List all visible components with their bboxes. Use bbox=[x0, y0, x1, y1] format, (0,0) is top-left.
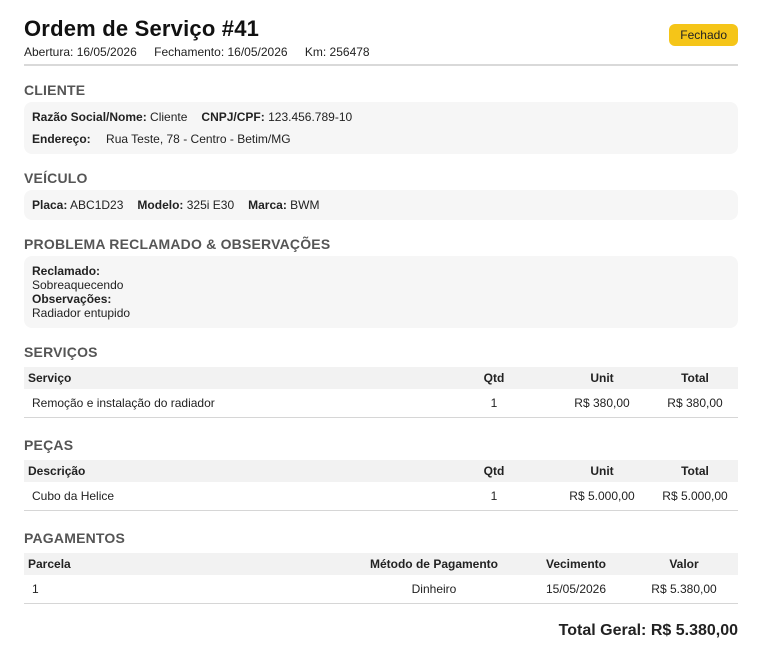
observations-value: Radiador entupido bbox=[32, 306, 131, 320]
col-header-total: Total bbox=[681, 464, 709, 478]
table-row: 1 Dinheiro 15/05/2026 R$ 5.380,00 bbox=[24, 575, 738, 604]
opening-date: Abertura: 16/05/2026 bbox=[24, 45, 137, 59]
services-table: Serviço Qtd Unit Total Remoção e instala… bbox=[24, 367, 738, 418]
service-qty: 1 bbox=[436, 389, 552, 418]
client-name-label: Razão Social/Nome: bbox=[32, 110, 147, 124]
client-line-1: Razão Social/Nome: Cliente CNPJ/CPF: 123… bbox=[32, 110, 352, 124]
payment-method: Dinheiro bbox=[346, 575, 522, 604]
payment-installment: 1 bbox=[24, 575, 346, 604]
part-description: Cubo da Helice bbox=[24, 482, 436, 511]
order-meta: Abertura: 16/05/2026 Fechamento: 16/05/2… bbox=[24, 45, 738, 59]
services-section: SERVIÇOS Serviço Qtd Unit Total Remoção … bbox=[24, 344, 738, 418]
payments-table-header: Parcela Método de Pagamento Vecimento Va… bbox=[24, 553, 738, 575]
col-header-installment: Parcela bbox=[28, 557, 71, 571]
parts-table: Descrição Qtd Unit Total Cubo da Helice … bbox=[24, 460, 738, 511]
col-header-total: Total bbox=[681, 371, 709, 385]
plate-label: Placa: bbox=[32, 198, 68, 212]
client-section: CLIENTE Razão Social/Nome: Cliente CNPJ/… bbox=[24, 82, 738, 154]
plate-value: ABC1D23 bbox=[70, 198, 124, 212]
observations-label: Observações: bbox=[32, 292, 112, 306]
brand-label: Marca: bbox=[248, 198, 287, 212]
problem-box: Reclamado: Sobreaquecendo Observações: R… bbox=[24, 256, 738, 328]
client-cnpj-value: 123.456.789-10 bbox=[268, 110, 353, 124]
parts-section-title: PEÇAS bbox=[24, 437, 74, 453]
payments-table: Parcela Método de Pagamento Vecimento Va… bbox=[24, 553, 738, 604]
problem-section-title: PROBLEMA RECLAMADO & OBSERVAÇÕES bbox=[24, 236, 331, 252]
order-header: Ordem de Serviço #41 Abertura: 16/05/202… bbox=[24, 15, 738, 66]
col-header-method: Método de Pagamento bbox=[369, 557, 498, 571]
vehicle-box: Placa: ABC1D23 Modelo: 325i E30 Marca: B… bbox=[24, 190, 738, 220]
payments-section: PAGAMENTOS Parcela Método de Pagamento V… bbox=[24, 530, 738, 604]
col-header-due: Vecimento bbox=[545, 557, 607, 571]
page-title: Ordem de Serviço #41 bbox=[24, 16, 260, 41]
grand-total: Total Geral: R$ 5.380,00 bbox=[558, 622, 738, 639]
col-header-unit: Unit bbox=[590, 464, 614, 478]
complaint-label: Reclamado: bbox=[32, 264, 101, 278]
client-address-value: Rua Teste, 78 - Centro - Betim/MG bbox=[106, 132, 291, 146]
client-line-2: Endereço: Rua Teste, 78 - Centro - Betim… bbox=[32, 132, 291, 146]
part-qty: 1 bbox=[436, 482, 552, 511]
client-address-label: Endereço: bbox=[32, 132, 91, 146]
col-header-unit: Unit bbox=[590, 371, 614, 385]
mileage: Km: 256478 bbox=[304, 45, 370, 59]
service-unit: R$ 380,00 bbox=[552, 389, 652, 418]
col-header-service: Serviço bbox=[28, 371, 72, 385]
table-row: Remoção e instalação do radiador 1 R$ 38… bbox=[24, 389, 738, 418]
client-section-title: CLIENTE bbox=[24, 82, 86, 98]
problem-content: Reclamado: Sobreaquecendo Observações: R… bbox=[32, 264, 130, 320]
vehicle-section-title: VEÍCULO bbox=[24, 170, 88, 186]
complaint-value: Sobreaquecendo bbox=[32, 278, 124, 292]
services-table-header: Serviço Qtd Unit Total bbox=[24, 367, 738, 389]
model-label: Modelo: bbox=[137, 198, 184, 212]
client-cnpj-label: CNPJ/CPF: bbox=[201, 110, 265, 124]
table-row: Cubo da Helice 1 R$ 5.000,00 R$ 5.000,00 bbox=[24, 482, 738, 511]
col-header-qty: Qtd bbox=[483, 464, 505, 478]
parts-section: PEÇAS Descrição Qtd Unit Total Cubo da H… bbox=[24, 437, 738, 511]
service-total: R$ 380,00 bbox=[652, 389, 738, 418]
col-header-qty: Qtd bbox=[483, 371, 505, 385]
payment-value: R$ 5.380,00 bbox=[630, 575, 738, 604]
problem-section: PROBLEMA RECLAMADO & OBSERVAÇÕES Reclama… bbox=[24, 236, 738, 328]
client-name-value: Cliente bbox=[150, 110, 188, 124]
payment-due: 15/05/2026 bbox=[522, 575, 630, 604]
col-header-value: Valor bbox=[669, 557, 699, 571]
client-box: Razão Social/Nome: Cliente CNPJ/CPF: 123… bbox=[24, 102, 738, 154]
part-total: R$ 5.000,00 bbox=[652, 482, 738, 511]
status-badge: Fechado bbox=[669, 24, 738, 46]
payments-section-title: PAGAMENTOS bbox=[24, 530, 126, 546]
services-section-title: SERVIÇOS bbox=[24, 344, 98, 360]
vehicle-section: VEÍCULO Placa: ABC1D23 Modelo: 325i E30 … bbox=[24, 170, 738, 220]
closing-date: Fechamento: 16/05/2026 bbox=[154, 45, 288, 59]
model-value: 325i E30 bbox=[186, 198, 235, 212]
parts-table-header: Descrição Qtd Unit Total bbox=[24, 460, 738, 482]
brand-value: BWM bbox=[290, 198, 320, 212]
vehicle-line: Placa: ABC1D23 Modelo: 325i E30 Marca: B… bbox=[32, 198, 319, 212]
part-unit: R$ 5.000,00 bbox=[552, 482, 652, 511]
service-order-page: Ordem de Serviço #41 Abertura: 16/05/202… bbox=[0, 0, 757, 66]
service-name: Remoção e instalação do radiador bbox=[24, 389, 436, 418]
col-header-description: Descrição bbox=[28, 464, 86, 478]
